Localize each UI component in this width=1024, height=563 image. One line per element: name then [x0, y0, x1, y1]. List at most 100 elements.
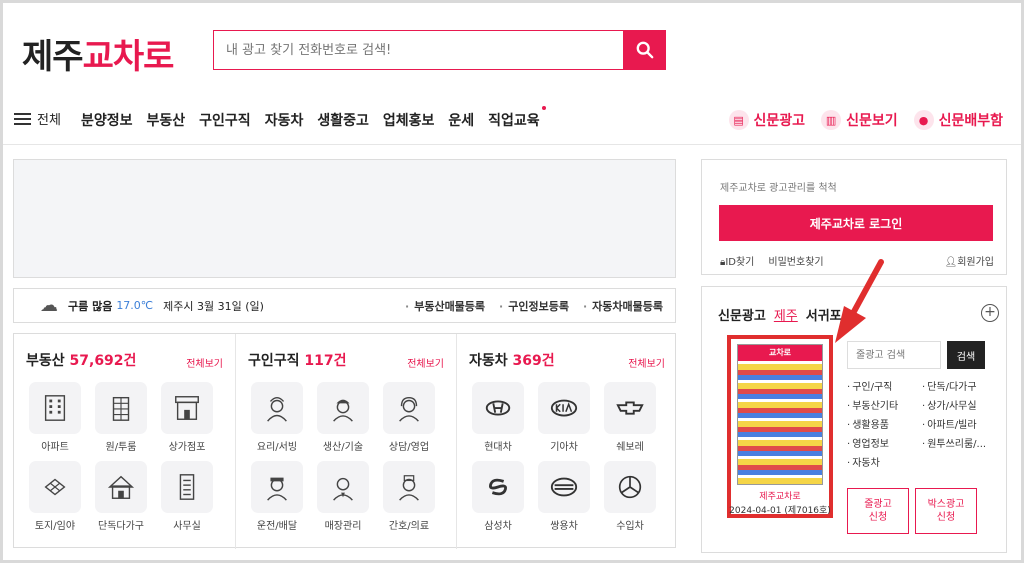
nav-item-jobs[interactable]: 구인구직 [199, 110, 251, 130]
nav-item-education[interactable]: 직업교육 [488, 106, 546, 130]
nav-item-business[interactable]: 업체홍보 [383, 110, 435, 130]
page-frame: 제주교차로 전체 분양정보 부동산 구인구직 자동차 생활중고 업체홍보 운세 … [3, 3, 1021, 560]
manager-icon [333, 477, 353, 501]
category-jobs: 구인구직 117건 전체보기 요리/서빙 생산/기술 상담/영업 운전/배달 매… [235, 334, 456, 549]
nav-item-realestate[interactable]: 부동산 [147, 110, 186, 130]
office-icon [179, 474, 195, 500]
weather-bar: ☁ 구름 많음 17.0℃ 제주시 3월 31일 (일) 부동산매물등록 구인정… [13, 288, 676, 323]
classified-search-input[interactable] [847, 341, 941, 369]
nav-distribution-box[interactable]: ● 신문배부함 [913, 110, 1003, 130]
nav-view-newspaper[interactable]: ▥ 신문보기 [821, 110, 898, 130]
category-item-store[interactable]: 상가점포 [160, 382, 214, 453]
all-menu-button[interactable]: 전체 [14, 109, 61, 128]
nav-newspaper-ad[interactable]: ▤ 신문광고 [728, 110, 805, 130]
category-item-store-manager[interactable]: 매장관리 [316, 461, 370, 532]
category-panel: 부동산 57,692건 전체보기 아파트 원/투룸 상가점포 토지/임야 단독다… [13, 333, 677, 549]
house-icon [107, 475, 135, 499]
nav-item-used-goods[interactable]: 생활중고 [317, 110, 369, 130]
classified-category-list: 구인/구직 단독/다가구 부동산기타 상가/사무실 생활용품 아파트/빌라 영업… [847, 378, 1002, 469]
category-item-kia[interactable]: 기아차 [537, 382, 591, 453]
classified-link[interactable]: 자동차 [847, 454, 922, 469]
classified-link[interactable]: 영업정보 [847, 435, 922, 450]
plus-icon[interactable]: + [981, 304, 999, 322]
land-icon [44, 478, 66, 496]
find-password-link[interactable]: 비밀번호찾기 [768, 253, 823, 268]
category-item-hyundai[interactable]: 현대차 [471, 382, 525, 453]
site-logo[interactable]: 제주교차로 [22, 29, 174, 78]
classified-link[interactable]: 원투쓰리룸/... [922, 435, 1002, 450]
category-item-cook[interactable]: 요리/서빙 [250, 382, 304, 453]
category-cars: 자동차 369건 전체보기 현대차 기아차 쉐보레 삼성차 쌍용차 수입차 [456, 334, 677, 549]
nav-divider [3, 144, 1021, 145]
view-all-link[interactable]: 전체보기 [407, 355, 444, 370]
category-item-oneroom[interactable]: 원/투룸 [94, 382, 148, 453]
newspaper-issue-date: 2024-04-01 (제7016호) [729, 506, 831, 516]
classified-link[interactable]: 구인/구직 [847, 378, 922, 393]
driver-icon [267, 477, 287, 501]
find-id-link[interactable]: 🔒︎ID찾기 [720, 253, 754, 268]
category-title: 자동차 369건 [469, 353, 555, 369]
category-title: 부동산 57,692건 [26, 353, 137, 369]
nurse-icon [399, 475, 419, 501]
login-panel: 제주교차로 광고관리를 척척 제주교차로 로그인 🔒︎ID찾기 비밀번호찾기 👤… [701, 159, 1007, 275]
search-button[interactable] [623, 30, 666, 70]
hamburger-icon [14, 110, 31, 128]
category-item-sales[interactable]: 상담/영업 [382, 382, 436, 453]
tab-jeju[interactable]: 제주 [774, 305, 798, 324]
classified-link[interactable]: 부동산기타 [847, 397, 922, 412]
nav-item-cars[interactable]: 자동차 [265, 110, 304, 130]
category-item-office[interactable]: 사무실 [160, 461, 214, 532]
category-item-house[interactable]: 단독다가구 [94, 461, 148, 532]
category-item-nurse[interactable]: 간호/의료 [382, 461, 436, 532]
category-item-ssangyong[interactable]: 쌍용차 [537, 461, 591, 532]
category-title: 구인구직 117건 [248, 353, 347, 369]
worker-icon [333, 399, 353, 422]
classified-search-button[interactable]: 검색 [947, 341, 985, 369]
category-item-production[interactable]: 생산/기술 [316, 382, 370, 453]
line-ad-apply-button[interactable]: 줄광고 신청 [847, 488, 909, 534]
newspaper-thumbnail-highlight[interactable]: 교차로 제주교차로 2024-04-01 (제7016호) [727, 335, 833, 518]
category-item-apartment[interactable]: 아파트 [28, 382, 82, 453]
newspaper-panel: 신문광고 제주 서귀포 + 교차로 제주교차로 2024-04-01 (제701… [701, 286, 1007, 553]
kia-logo-icon [550, 399, 578, 417]
chevrolet-logo-icon [616, 401, 644, 415]
signup-link[interactable]: 👤︎회원가입 [944, 253, 994, 268]
temperature: 17.0℃ [116, 299, 154, 312]
view-all-link[interactable]: 전체보기 [186, 355, 223, 370]
view-all-link[interactable]: 전체보기 [628, 355, 665, 370]
tab-seogwipo[interactable]: 서귀포 [806, 305, 842, 324]
category-realestate: 부동산 57,692건 전체보기 아파트 원/투룸 상가점포 토지/임야 단독다… [14, 334, 235, 549]
newspaper-ad-title: 신문광고 [718, 309, 766, 324]
newspaper-name[interactable]: 제주교차로 [731, 489, 829, 502]
login-button[interactable]: 제주교차로 로그인 [719, 205, 993, 241]
location-date: 제주시 3월 31일 (일) [163, 299, 264, 313]
classified-link[interactable]: 아파트/빌라 [922, 416, 1002, 431]
register-car-link[interactable]: 자동차매물등록 [583, 298, 663, 314]
ad-banner[interactable] [13, 159, 676, 278]
classified-link[interactable]: 생활용품 [847, 416, 922, 431]
new-dot-icon [541, 106, 546, 110]
nav-item-presale[interactable]: 분양정보 [81, 110, 133, 130]
register-job-link[interactable]: 구인정보등록 [499, 298, 569, 314]
category-item-driver[interactable]: 운전/배달 [250, 461, 304, 532]
search-input[interactable] [213, 30, 625, 70]
ssangyong-logo-icon [550, 477, 578, 497]
building-icon [112, 396, 130, 421]
classified-link[interactable]: 단독/다가구 [922, 378, 1002, 393]
category-item-imported[interactable]: 수입차 [603, 461, 657, 532]
apartment-icon [44, 395, 66, 421]
samsung-car-logo-icon [489, 478, 507, 496]
category-item-chevrolet[interactable]: 쉐보레 [603, 382, 657, 453]
chef-icon [267, 396, 287, 422]
category-item-land[interactable]: 토지/임야 [28, 461, 82, 532]
main-nav: 전체 분양정보 부동산 구인구직 자동차 생활중고 업체홍보 운세 직업교육 ▤… [3, 100, 1021, 140]
newspaper-cover-image[interactable]: 교차로 [737, 344, 823, 485]
box-ad-apply-button[interactable]: 박스광고 신청 [915, 488, 977, 534]
category-item-samsung[interactable]: 삼성차 [471, 461, 525, 532]
nav-item-fortune[interactable]: 운세 [448, 110, 474, 130]
headset-icon [399, 396, 419, 422]
hyundai-logo-icon [485, 400, 511, 416]
register-realestate-link[interactable]: 부동산매물등록 [405, 298, 485, 314]
user-icon: 👤︎ [944, 257, 958, 268]
classified-link[interactable]: 상가/사무실 [922, 397, 1002, 412]
